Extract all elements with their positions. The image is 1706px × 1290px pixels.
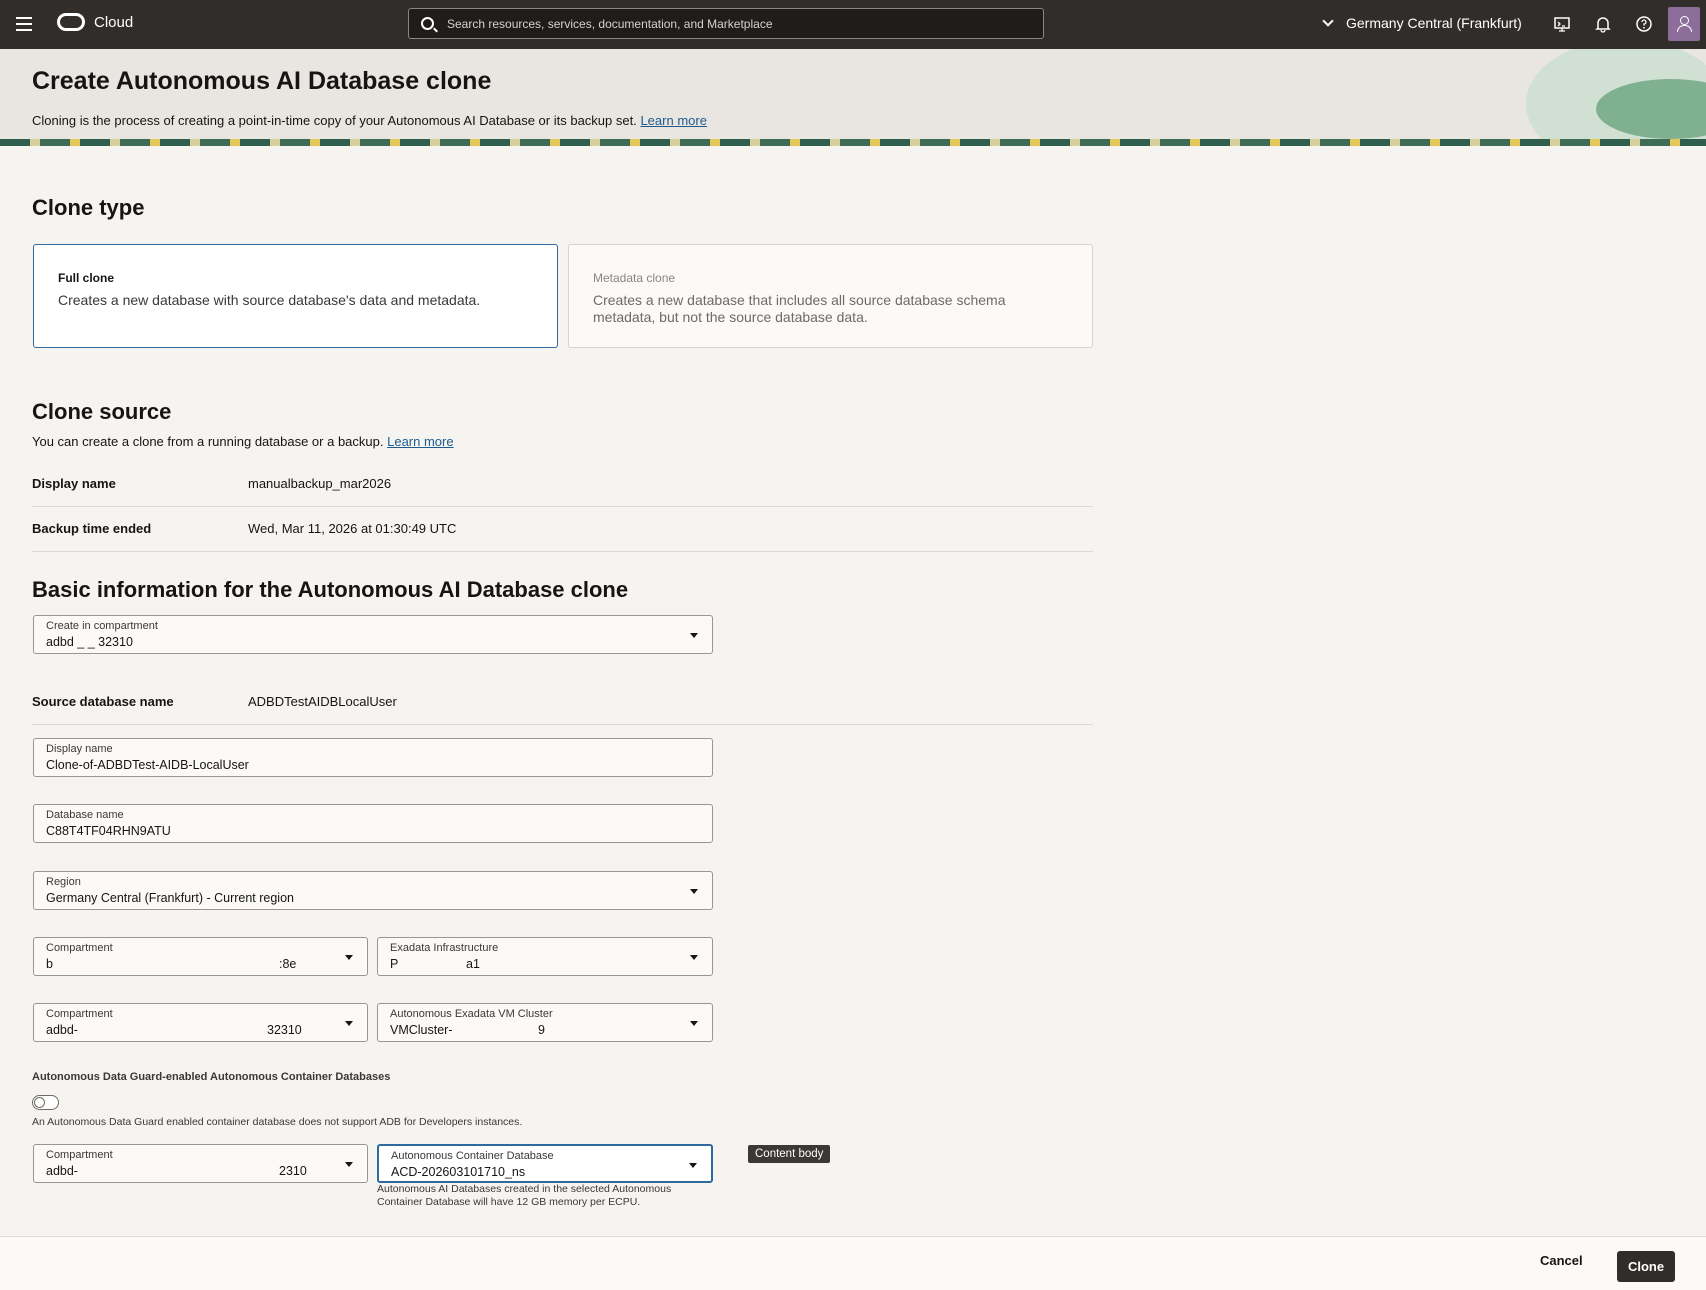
field-value: b [46, 957, 53, 971]
compartment-select[interactable]: Compartment adbd- 32310 [33, 1003, 368, 1042]
brand-name[interactable]: Cloud [94, 14, 133, 31]
metadata-clone-option[interactable]: Metadata clone Creates a new database th… [568, 244, 1093, 348]
clone-source-description: You can create a clone from a running da… [32, 434, 454, 449]
region-select[interactable]: Region Germany Central (Frankfurt) - Cur… [33, 871, 713, 910]
clone-button[interactable]: Clone [1617, 1251, 1675, 1282]
description-text: Cloning is the process of creating a poi… [32, 113, 637, 128]
page-title: Create Autonomous AI Database clone [32, 67, 492, 95]
source-display-name-row: Display name manualbackup_mar2026 [32, 462, 1093, 507]
backup-time-row: Backup time ended Wed, Mar 11, 2026 at 0… [32, 507, 1093, 552]
row-label: Display name [32, 476, 116, 491]
row-label: Source database name [32, 694, 174, 709]
field-value-suffix: a1 [466, 957, 480, 971]
field-value-suffix: 9 [538, 1023, 545, 1037]
field-label: Display name [46, 743, 113, 755]
footer-action-bar: Cancel Clone [0, 1236, 1706, 1290]
field-value-suffix: :8e [279, 957, 297, 971]
row-label: Backup time ended [32, 521, 152, 536]
full-clone-option[interactable]: Full clone Creates a new database with s… [33, 244, 558, 348]
create-in-compartment-select[interactable]: Create in compartment adbd _ _ 32310 [33, 615, 713, 654]
dropdown-caret-icon [690, 889, 698, 894]
source-database-name-row: Source database name ADBDTestAIDBLocalUs… [32, 680, 1093, 725]
oracle-logo-icon[interactable] [57, 13, 85, 31]
field-label: Create in compartment [46, 620, 158, 632]
option-title: Metadata clone [593, 271, 676, 285]
database-name-field[interactable]: Database name C88T4TF04RHN9ATU [33, 804, 713, 843]
user-avatar-icon[interactable] [1668, 7, 1700, 41]
cancel-button[interactable]: Cancel [1540, 1253, 1583, 1268]
region-selector[interactable]: Germany Central (Frankfurt) [1322, 15, 1522, 31]
field-label: Exadata Infrastructure [390, 942, 499, 954]
dropdown-caret-icon [690, 955, 698, 960]
top-navigation-bar: Cloud Germany Central (Frankfurt) [0, 0, 1706, 49]
field-value: C88T4TF04RHN9ATU [46, 824, 171, 838]
page-description: Cloning is the process of creating a poi… [32, 113, 707, 128]
learn-more-link[interactable]: Learn more [640, 113, 706, 128]
data-guard-label: Autonomous Data Guard-enabled Autonomous… [32, 1071, 391, 1083]
exadata-infrastructure-select[interactable]: Exadata Infrastructure P a1 [377, 937, 713, 976]
container-database-hint: Autonomous AI Databases created in the s… [377, 1183, 672, 1208]
compartment-select[interactable]: Compartment adbd- 2310 [33, 1144, 368, 1183]
field-value: adbd- [46, 1164, 78, 1178]
field-label: Autonomous Exadata VM Cluster [390, 1008, 553, 1020]
field-value: adbd- [46, 1023, 78, 1037]
notifications-bell-icon[interactable] [1594, 15, 1612, 33]
field-label: Autonomous Container Database [391, 1150, 554, 1162]
clone-type-heading: Clone type [32, 195, 145, 220]
container-database-select[interactable]: Autonomous Container Database ACD-202603… [377, 1144, 713, 1183]
region-label: Germany Central (Frankfurt) [1346, 15, 1522, 31]
dropdown-caret-icon [690, 633, 698, 638]
description-text: You can create a clone from a running da… [32, 434, 384, 449]
field-label: Compartment [46, 1008, 113, 1020]
dropdown-caret-icon [689, 1163, 697, 1168]
dropdown-caret-icon [345, 1021, 353, 1026]
option-description: Creates a new database with source datab… [58, 292, 481, 308]
compartment-select[interactable]: Compartment b :8e [33, 937, 368, 976]
field-label: Compartment [46, 942, 113, 954]
field-label: Region [46, 876, 81, 888]
data-guard-hint: An Autonomous Data Guard enabled contain… [32, 1116, 523, 1128]
row-value: Wed, Mar 11, 2026 at 01:30:49 UTC [248, 521, 457, 536]
menu-icon[interactable] [16, 14, 36, 34]
option-title: Full clone [58, 271, 115, 285]
dropdown-caret-icon [690, 1021, 698, 1026]
vm-cluster-select[interactable]: Autonomous Exadata VM Cluster VMCluster-… [377, 1003, 713, 1042]
chevron-down-icon [1322, 15, 1334, 27]
field-value: Clone-of-ADBDTest-AIDB-LocalUser [46, 758, 249, 772]
banner-stripe [0, 139, 1706, 146]
content-body-tooltip: Content body [748, 1145, 831, 1163]
search-bar[interactable] [408, 8, 1044, 39]
toggle-knob [34, 1097, 45, 1108]
basic-info-heading: Basic information for the Autonomous AI … [32, 577, 629, 602]
search-input[interactable] [447, 9, 1027, 38]
option-description: Creates a new database that includes all… [593, 292, 1006, 325]
cloud-shell-icon[interactable] [1553, 15, 1571, 33]
row-value: ADBDTestAIDBLocalUser [248, 694, 397, 709]
learn-more-link[interactable]: Learn more [387, 434, 453, 449]
help-icon[interactable] [1635, 15, 1653, 33]
dropdown-caret-icon [345, 955, 353, 960]
search-icon [421, 17, 434, 30]
field-value: Germany Central (Frankfurt) - Current re… [46, 891, 294, 905]
field-value: VMCluster- [390, 1023, 453, 1037]
clone-source-heading: Clone source [32, 399, 172, 424]
field-value: ACD-202603101710_ns [391, 1165, 526, 1179]
dropdown-caret-icon [345, 1162, 353, 1167]
field-label: Compartment [46, 1149, 113, 1161]
display-name-field[interactable]: Display name Clone-of-ADBDTest-AIDB-Loca… [33, 738, 713, 777]
field-value: P [390, 957, 399, 971]
page-header-banner [0, 49, 1706, 146]
row-value: manualbackup_mar2026 [248, 476, 392, 491]
data-guard-toggle[interactable] [32, 1095, 59, 1110]
field-value-suffix: 32310 [267, 1023, 302, 1037]
field-label: Database name [46, 809, 124, 821]
field-value: adbd _ _ 32310 [46, 635, 133, 649]
field-value-suffix: 2310 [279, 1164, 307, 1178]
